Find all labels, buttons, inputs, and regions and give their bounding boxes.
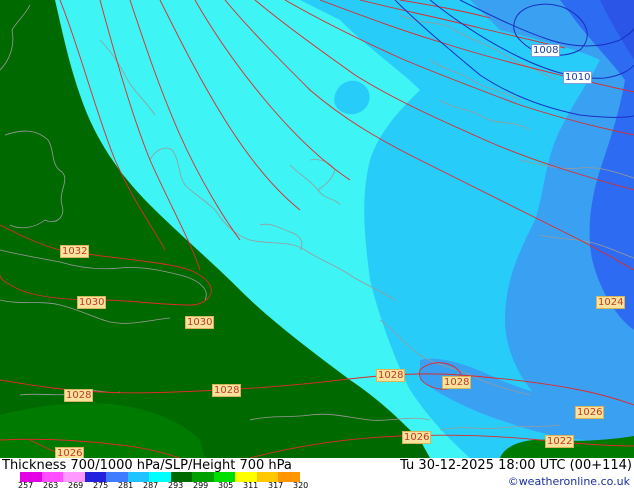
isobar-label: 1028 [442, 376, 472, 389]
color-scale-tick: 305 [218, 481, 234, 490]
isobar-label: 1026 [402, 431, 432, 444]
isobar-label: 1030 [77, 296, 107, 309]
color-scale [20, 472, 300, 482]
map-title: Thickness 700/1000 hPa/SLP/Height 700 hP… [2, 458, 292, 473]
color-scale-tick: 257 [18, 481, 34, 490]
color-scale-ticks: 257 263 269 275 281 287 293 299 305 311 317 320 [18, 482, 328, 490]
isobar-label: 1032 [60, 245, 90, 258]
color-scale-tick: 293 [168, 481, 184, 490]
isobar-label: 1024 [596, 296, 626, 309]
thickness-map [0, 0, 634, 458]
isobar-label: 1028 [376, 369, 406, 382]
color-scale-tick: 287 [143, 481, 159, 490]
color-scale-tick: 263 [43, 481, 59, 490]
isobar-label: 1008 [531, 44, 561, 57]
isobar-label: 1010 [563, 71, 593, 84]
isobar-label: 1028 [64, 389, 94, 402]
valid-time: Tu 30-12-2025 18:00 UTC (00+114) [400, 458, 632, 473]
isobar-label: 1026 [575, 406, 605, 419]
color-scale-tick: 311 [243, 481, 259, 490]
isobar-label: 1022 [545, 435, 575, 448]
isobar-label: 1028 [212, 384, 242, 397]
map-footer: Thickness 700/1000 hPa/SLP/Height 700 hP… [0, 458, 634, 490]
weather-map-figure: 1008 1010 1032 1030 1030 1028 1028 1028 … [0, 0, 634, 490]
color-scale-tick: 281 [118, 481, 134, 490]
color-scale-tick: 317 [268, 481, 284, 490]
isobar-label: 1030 [185, 316, 215, 329]
credit-text: ©weatheronline.co.uk [507, 475, 630, 488]
color-scale-tick: 299 [193, 481, 209, 490]
color-scale-tick: 269 [68, 481, 84, 490]
color-scale-tick: 320 [293, 481, 309, 490]
color-scale-tick: 275 [93, 481, 109, 490]
